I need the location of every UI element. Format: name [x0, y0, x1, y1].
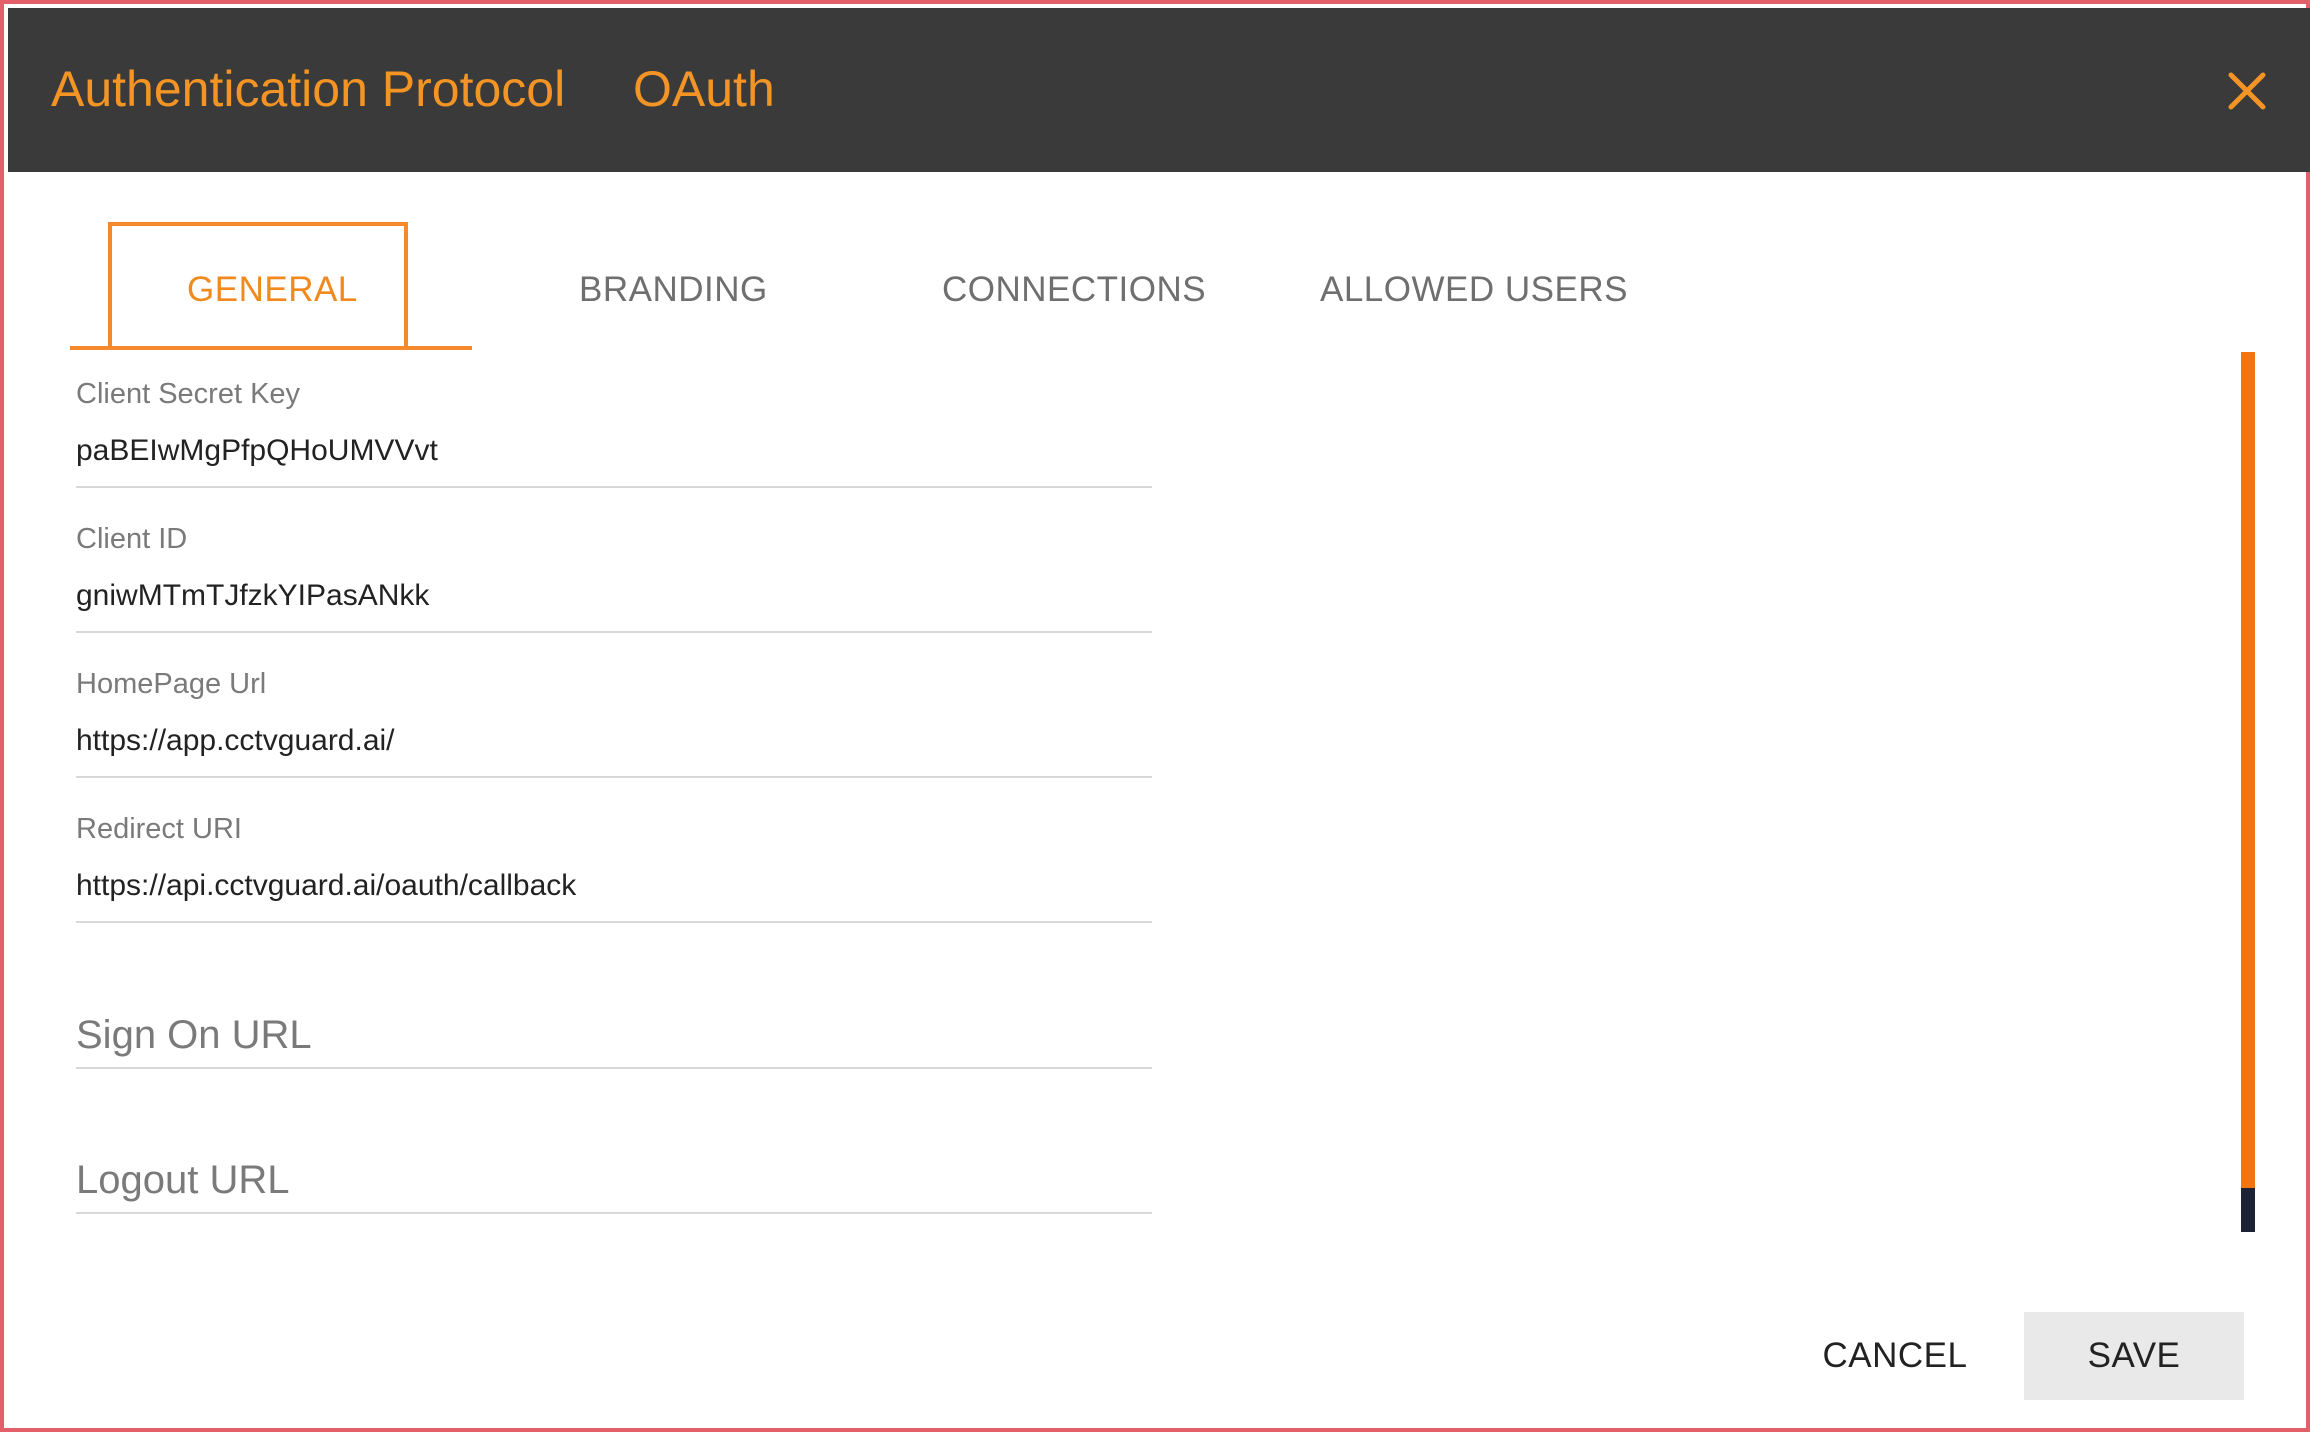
- logout-url-field[interactable]: Logout URL: [76, 1154, 1152, 1216]
- client-secret-value[interactable]: paBEIwMgPfpQHoUMVVvt: [76, 434, 438, 468]
- logout-url-placeholder[interactable]: Logout URL: [76, 1158, 289, 1203]
- sign-on-url-underline: [76, 1067, 1152, 1069]
- client-id-value[interactable]: gniwMTmTJfzkYIPasANkk: [76, 579, 429, 613]
- sign-on-url-placeholder[interactable]: Sign On URL: [76, 1013, 312, 1058]
- client-secret-label: Client Secret Key: [76, 378, 301, 410]
- tab-bar: GENERAL BRANDING CONNECTIONS ALLOWED USE…: [4, 172, 2310, 352]
- logout-url-underline: [76, 1212, 1152, 1214]
- oauth-dialog: Authentication Protocol OAuth GENERAL BR…: [0, 0, 2310, 1432]
- redirect-uri-label: Redirect URI: [76, 813, 242, 845]
- client-id-field[interactable]: Client ID gniwMTmTJfzkYIPasANkk: [76, 523, 1152, 635]
- sign-on-url-field[interactable]: Sign On URL: [76, 1009, 1152, 1071]
- scrollbar-thumb[interactable]: [2241, 1188, 2255, 1232]
- homepage-url-underline: [76, 776, 1152, 778]
- client-secret-underline: [76, 486, 1152, 488]
- tab-connections[interactable]: CONNECTIONS: [942, 270, 1206, 310]
- homepage-url-field[interactable]: HomePage Url https://app.cctvguard.ai/: [76, 668, 1152, 780]
- close-button[interactable]: [2221, 65, 2273, 117]
- homepage-url-label: HomePage Url: [76, 668, 267, 700]
- redirect-uri-value[interactable]: https://api.cctvguard.ai/oauth/callback: [76, 869, 576, 903]
- redirect-uri-underline: [76, 921, 1152, 923]
- homepage-url-value[interactable]: https://app.cctvguard.ai/: [76, 724, 395, 758]
- vertical-scrollbar[interactable]: [2241, 352, 2255, 1232]
- close-icon: [2228, 72, 2266, 110]
- tab-allowed-users[interactable]: ALLOWED USERS: [1320, 270, 1628, 310]
- client-id-underline: [76, 631, 1152, 633]
- save-button[interactable]: SAVE: [2024, 1312, 2244, 1400]
- cancel-button[interactable]: CANCEL: [1810, 1311, 1980, 1401]
- redirect-uri-field[interactable]: Redirect URI https://api.cctvguard.ai/oa…: [76, 813, 1152, 925]
- dialog-header: Authentication Protocol OAuth: [8, 8, 2310, 172]
- active-tab-indicator: [70, 346, 472, 350]
- tab-general[interactable]: GENERAL: [187, 270, 358, 310]
- protocol-name: OAuth: [633, 61, 775, 117]
- client-secret-field[interactable]: Client Secret Key paBEIwMgPfpQHoUMVVvt: [76, 378, 1152, 490]
- tab-branding[interactable]: BRANDING: [579, 270, 768, 310]
- client-id-label: Client ID: [76, 523, 188, 555]
- dialog-title: Authentication Protocol: [51, 61, 566, 117]
